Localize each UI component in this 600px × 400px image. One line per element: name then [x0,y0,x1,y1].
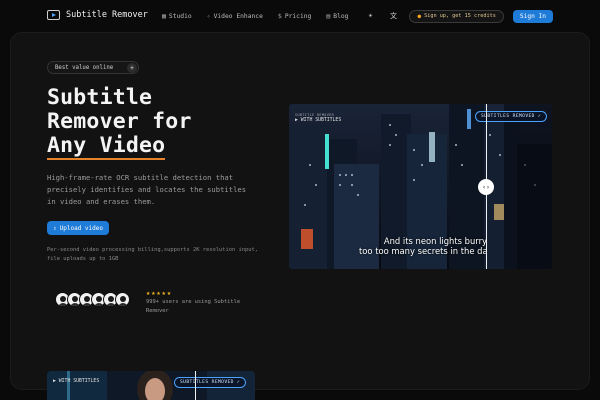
caption-line: too too many secrets in the dark. [359,246,486,256]
credit-pill-label: Sign up, get 15 credits [424,13,496,19]
sign-in-button[interactable]: Sign In [512,9,553,23]
sun-icon[interactable]: ☀ [363,9,377,23]
tag-label: WITH SUBTITLES [58,379,100,384]
hero-title-line1: Subtitle [47,85,153,110]
hero-description: High-frame-rate OCR subtitle detection t… [47,173,247,206]
upload-icon: ⇪ [53,224,57,232]
top-nav: Subtitle Remover ▦ Studio ✧ Video Enhanc… [0,0,600,32]
nav-link-label: Studio [168,12,192,20]
before-after-comparison[interactable]: SUBTITLE REMOVER ▶ WITH SUBTITLES SUBTIT… [289,104,552,269]
users-count-text: 999+ users are using Subtitle Remover [146,299,241,314]
avatar [115,292,130,307]
blog-icon: ▤ [326,12,331,20]
hero-title: Subtitle Remover for Any Video [47,85,192,160]
with-subtitles-tag: ▶ WITH SUBTITLES [53,379,99,385]
translate-icon[interactable]: 文 [386,9,400,23]
nav-link-label: Blog [333,12,349,20]
plus-icon: + [127,62,137,73]
play-screen-icon [47,10,60,20]
badge-label: Best value online [55,64,114,71]
tag-label: SUBTITLES REMOVED [180,380,234,385]
subtitles-removed-tag: SUBTITLES REMOVED ✓ [174,377,246,388]
subtitle-caption: And its neon lights burry too too many s… [359,236,486,256]
nav-right: ☀ 文 ● Sign up, get 15 credits Sign In [363,9,553,23]
upload-video-button[interactable]: ⇪ Upload video [47,221,109,235]
tag-label: SUBTITLES REMOVED [481,114,535,119]
coin-icon: ● [417,12,422,20]
dollar-icon: $ [277,12,282,20]
nav-link-label: Pricing [284,12,312,20]
upload-label: Upload video [59,224,103,232]
user-avatars [55,292,130,307]
play-icon: ▶ [53,379,56,384]
best-value-badge[interactable]: Best value online + [47,61,139,74]
studio-icon: ▦ [162,12,166,20]
nav-link-blog[interactable]: ▤ Blog [326,12,348,20]
subtitle-overlay: And its neon lights burry too too many s… [289,104,486,269]
check-icon: ✓ [537,114,541,119]
caption-line: And its neon lights burry [383,236,486,246]
logo[interactable]: Subtitle Remover [47,10,148,20]
nav-link-video-enhance[interactable]: ✧ Video Enhance [207,12,263,20]
nav-links: ▦ Studio ✧ Video Enhance $ Pricing ▤ Blo… [162,12,348,20]
logo-text: Subtitle Remover [66,10,148,20]
compare-divider[interactable] [195,371,196,400]
check-icon: ✓ [236,380,240,385]
drag-handle-icon[interactable]: ‹› [478,179,494,195]
billing-note: Per-second video processing billing,supp… [47,247,258,262]
nav-link-label: Video Enhance [213,12,263,20]
credit-pill[interactable]: ● Sign up, get 15 credits [409,9,504,23]
video-enhance-icon: ✧ [206,12,211,20]
nav-link-studio[interactable]: ▦ Studio [162,12,192,20]
rating-stars: ★★★★★ [146,289,173,297]
nav-link-pricing[interactable]: $ Pricing [278,12,311,20]
second-comparison[interactable]: ▶ WITH SUBTITLES SUBTITLES REMOVED ✓ [47,371,255,400]
hero-title-accent: Any Video [47,133,166,160]
hero-title-line2: Remover for [47,109,192,134]
